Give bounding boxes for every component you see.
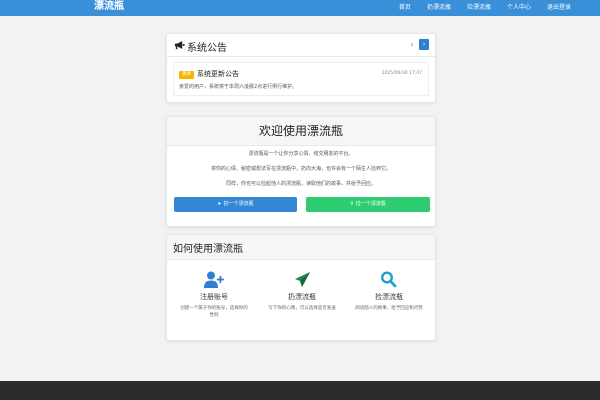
step-description: 阅读陌人的故事，给予回应和点赞	[355, 306, 423, 311]
chevron-left-icon[interactable]: ‹	[408, 39, 416, 50]
announcement-text: 亲爱的用户，系统将于本周六凌晨2点进行例行维护。	[179, 84, 298, 90]
search-icon: ⚲	[350, 201, 354, 207]
howto-title: 如何使用漂流瓶	[173, 244, 243, 255]
brand-logo[interactable]: 漂流瓶	[94, 0, 124, 12]
announcement-item[interactable]: 重要 系统更新公告 2025/06/30 17:47 亲爱的用户，系统将于本周六…	[173, 62, 429, 96]
nav-throw-bottle[interactable]: 扔漂流瓶	[422, 2, 456, 11]
importance-badge: 重要	[179, 71, 194, 79]
paper-plane-icon	[295, 272, 310, 287]
user-plus-icon	[204, 271, 224, 288]
announcement-card: 系统公告 ‹ › 重要 系统更新公告 2025/06/30 17:47 亲爱的用…	[166, 33, 436, 103]
nav-pick-bottle[interactable]: 捡漂流瓶	[462, 2, 496, 11]
megaphone-icon	[174, 41, 185, 50]
navbar: 漂流瓶 首页 扔漂流瓶 捡漂流瓶 个人中心 退出登录	[0, 0, 600, 16]
step-pick: 捡漂流瓶 阅读陌人的故事，给予回应和点赞	[349, 271, 429, 312]
welcome-line: 同样，你也可以捡起他人的漂流瓶，读取他们的故事，并给予回应。	[225, 181, 376, 187]
chevron-right-icon[interactable]: ›	[419, 39, 429, 50]
step-title: 扔漂流瓶	[288, 293, 316, 301]
welcome-line: 将你的心情、秘密或想法写在漂流瓶中，扔向大海，也许会有一个陌生人捡到它。	[210, 166, 391, 172]
welcome-line: 漂流瓶是一个让你分享心情，结交朋友的平台。	[248, 151, 354, 157]
announcement-item-title: 系统更新公告	[197, 70, 239, 78]
paper-plane-icon: ➤	[217, 201, 222, 207]
welcome-card: 欢迎使用漂流瓶 漂流瓶是一个让你分享心情，结交朋友的平台。 将你的心情、秘密或想…	[166, 116, 436, 227]
howto-card: 如何使用漂流瓶 注册账号 创建一个属于你的账号，选择你的性别 扔漂流瓶 写下你的…	[166, 234, 436, 341]
welcome-title: 欢迎使用漂流瓶	[258, 124, 343, 138]
welcome-header: 欢迎使用漂流瓶	[167, 117, 435, 146]
step-title: 注册账号	[200, 293, 228, 301]
step-throw: 扔漂流瓶 写下你的心情，可以选择是否发送	[262, 271, 342, 312]
welcome-description: 漂流瓶是一个让你分享心情，结交朋友的平台。 将你的心情、秘密或想法写在漂流瓶中，…	[167, 151, 435, 196]
step-title: 捡漂流瓶	[375, 293, 403, 301]
howto-header: 如何使用漂流瓶	[167, 235, 435, 260]
announcement-title: 系统公告	[187, 43, 227, 54]
pick-bottle-label: 捡一个漂流瓶	[355, 201, 386, 207]
announcement-header: 系统公告 ‹ ›	[167, 34, 435, 57]
throw-bottle-label: 扔一个漂流瓶	[223, 201, 254, 207]
step-register: 注册账号 创建一个属于你的账号，选择你的性别	[174, 271, 254, 319]
nav-links: 首页 扔漂流瓶 捡漂流瓶 个人中心 退出登录	[394, 0, 576, 12]
announcement-date: 2025/06/30 17:47	[381, 71, 422, 76]
search-icon	[380, 271, 397, 288]
footer	[0, 381, 600, 400]
nav-home[interactable]: 首页	[394, 2, 416, 11]
step-description: 创建一个属于你的账号，选择你的性别	[180, 306, 248, 318]
pick-bottle-button[interactable]: ⚲ 捡一个漂流瓶	[306, 197, 430, 212]
nav-logout[interactable]: 退出登录	[542, 2, 576, 11]
nav-profile[interactable]: 个人中心	[502, 2, 536, 11]
throw-bottle-button[interactable]: ➤ 扔一个漂流瓶	[174, 197, 297, 212]
step-description: 写下你的心情，可以选择是否发送	[268, 306, 336, 311]
